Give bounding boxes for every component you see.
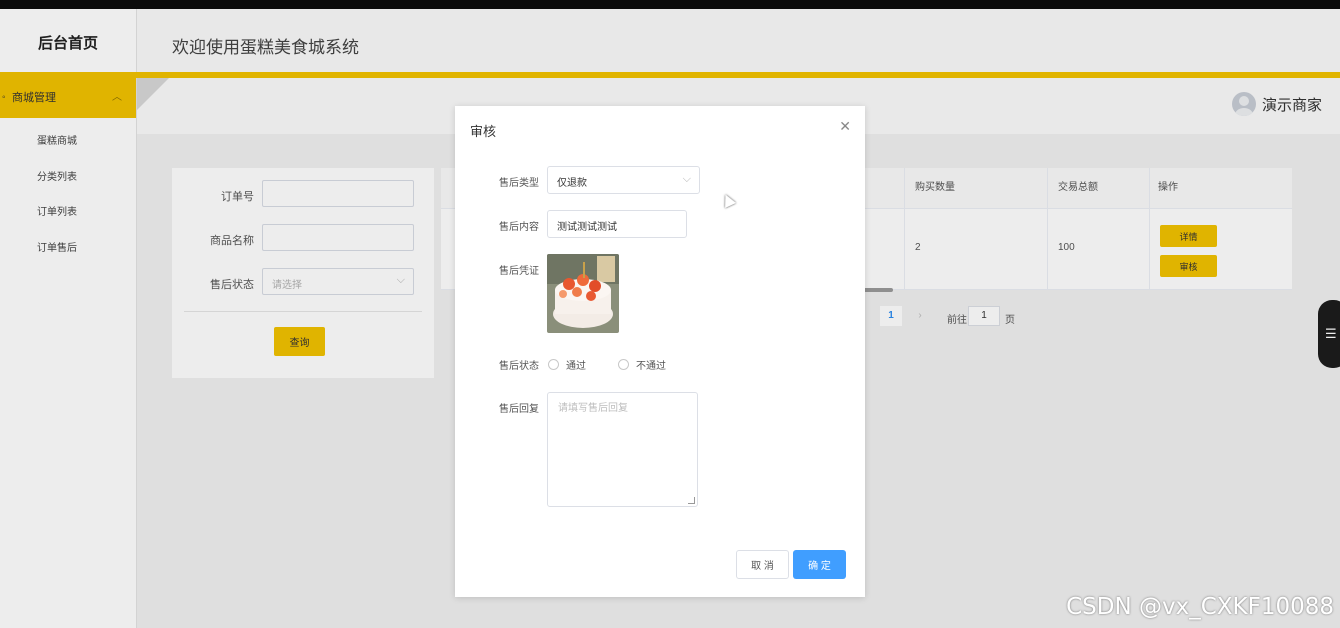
chevron-down-icon: ⌵ — [682, 173, 691, 185]
type-select[interactable]: 仅退款 ⌵ — [547, 166, 700, 194]
window-top-bar — [0, 0, 1340, 9]
status-label: 售后状态 — [499, 361, 539, 372]
cancel-button[interactable]: 取 消 — [736, 550, 789, 579]
reply-textarea[interactable]: 请填写售后回复 — [547, 392, 698, 507]
proof-label: 售后凭证 — [499, 266, 539, 277]
radio-approve-label: 通过 — [566, 361, 586, 372]
type-label: 售后类型 — [499, 178, 539, 189]
reply-label: 售后回复 — [499, 404, 539, 415]
radio-circle — [618, 359, 629, 370]
radio-reject[interactable]: 不通过 — [618, 357, 666, 372]
review-dialog: 审核 ✕ 售后类型 仅退款 ⌵ 售后内容 测试测试测试 售后凭证 售后状态 通过 — [455, 106, 865, 597]
content-label: 售后内容 — [499, 222, 539, 233]
watermark: CSDN @vx_CXKF10088 — [1066, 594, 1334, 620]
radio-approve[interactable]: 通过 — [548, 357, 586, 372]
content-input[interactable]: 测试测试测试 — [547, 210, 687, 238]
dialog-title: 审核 — [470, 124, 497, 139]
resize-grip-icon[interactable] — [688, 497, 695, 504]
cake-image — [547, 254, 619, 333]
type-select-value: 仅退款 — [557, 178, 587, 189]
close-icon[interactable]: ✕ — [839, 118, 851, 135]
proof-image[interactable] — [547, 254, 619, 333]
reply-placeholder: 请填写售后回复 — [558, 403, 628, 414]
confirm-button[interactable]: 确 定 — [793, 550, 846, 579]
radio-reject-label: 不通过 — [636, 361, 666, 372]
radio-circle — [548, 359, 559, 370]
